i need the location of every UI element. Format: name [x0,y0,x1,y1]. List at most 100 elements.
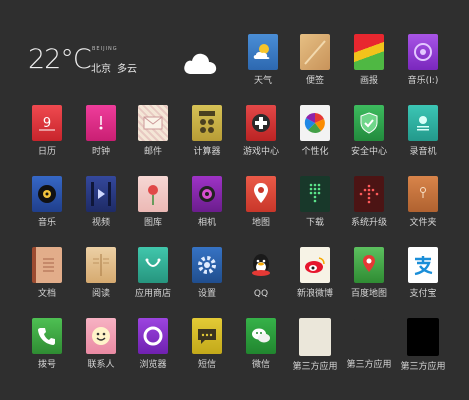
app-notes[interactable]: 便签 [286,34,344,106]
app-label: 第三方应用 [400,362,446,372]
app-qq[interactable]: QQ [232,247,290,319]
app-label: 录音机 [409,147,437,157]
app-label: 邮件 [143,147,162,157]
app-mail[interactable]: 邮件 [124,105,182,177]
notes-icon [300,34,330,70]
app-label: 计算器 [193,147,221,157]
app-calendar[interactable]: 9 日历 [18,105,76,177]
app-store[interactable]: 应用商店 [124,247,182,319]
app-label: 视频 [91,218,110,228]
clock-icon [86,105,116,141]
app-phone[interactable]: 拨号 [18,318,76,390]
video-icon [86,176,116,212]
phone-icon [32,318,62,354]
magazine-icon [354,34,384,70]
app-baidu-map[interactable]: 百度地图 [340,247,398,319]
music-icon [408,34,438,70]
calculator-icon [192,105,222,141]
app-recorder[interactable]: 录音机 [394,105,452,177]
third-party-app-icon [354,318,384,354]
music-player-icon [32,176,62,212]
app-label: 文档 [37,289,56,299]
wechat-icon [246,318,276,354]
app-camera[interactable]: 相机 [178,176,236,248]
alipay-icon [408,247,438,283]
folder-icon [408,176,438,212]
app-label: 地图 [251,218,270,228]
app-video[interactable]: 视频 [72,176,130,248]
app-label: 游戏中心 [242,147,279,157]
camera-icon [192,176,222,212]
app-alipay[interactable]: 支付宝 [394,247,452,319]
settings-icon [192,247,222,283]
app-contacts[interactable]: 联系人 [72,318,130,390]
weather-icon [248,34,278,70]
app-settings[interactable]: 设置 [178,247,236,319]
app-label: 天气 [253,76,272,86]
app-third-party-1[interactable]: 第三方应用 [286,318,344,390]
app-security[interactable]: 安全中心 [340,105,398,177]
baidu-map-icon [354,247,384,283]
app-clock[interactable]: 时钟 [72,105,130,177]
app-label: 便签 [305,76,324,86]
app-label: 浏览器 [139,360,167,370]
app-label: 拨号 [37,360,56,370]
app-label: 安全中心 [350,147,387,157]
app-magazine[interactable]: 画报 [340,34,398,106]
app-label: 联系人 [87,360,115,370]
weibo-icon [300,247,330,283]
app-download[interactable]: 下载 [286,176,344,248]
mail-icon [138,105,168,141]
app-folder[interactable]: 文件夹 [394,176,452,248]
security-icon [354,105,384,141]
app-label: 下载 [305,218,324,228]
app-weather[interactable]: 天气 [234,34,292,106]
svg-text:9: 9 [43,116,51,131]
app-label: 日历 [37,147,56,157]
update-icon [354,176,384,212]
temperature: 22°C [28,44,92,75]
app-third-party-3[interactable]: 第三方应用 [394,318,452,390]
app-browser[interactable]: 浏览器 [124,318,182,390]
app-weibo[interactable]: 新浪微博 [286,247,344,319]
cloud-icon[interactable] [182,50,218,76]
weather-condition: 多云 [117,64,137,75]
map-icon [246,176,276,212]
qq-icon [246,247,276,283]
app-label: 阅读 [91,289,110,299]
app-third-party-2[interactable]: 第三方应用 [340,318,398,390]
app-theme[interactable]: 个性化 [286,105,344,177]
app-label: 音乐(I:) [407,76,439,86]
app-map[interactable]: 地图 [232,176,290,248]
third-party-app-icon [407,318,439,356]
app-wechat[interactable]: 微信 [232,318,290,390]
city-english: BEIJING [92,46,118,52]
theme-icon [300,105,330,141]
app-document[interactable]: 文档 [18,247,76,319]
city-name: 北京 [91,64,111,75]
app-label: 系统升级 [350,218,387,228]
recorder-icon [408,105,438,141]
app-calculator[interactable]: 计算器 [178,105,236,177]
reader-icon [86,247,116,283]
app-music-i[interactable]: 音乐(I:) [394,34,452,106]
app-music[interactable]: 音乐 [18,176,76,248]
app-system-update[interactable]: 系统升级 [340,176,398,248]
app-label: 设置 [197,289,216,299]
download-icon [300,176,330,212]
app-label: 第三方应用 [292,362,338,372]
app-label: 时钟 [91,147,110,157]
third-party-app-icon [299,318,331,356]
app-label: 微信 [251,360,270,370]
store-icon [138,247,168,283]
app-label: 短信 [197,360,216,370]
app-label: 图库 [143,218,162,228]
app-reader[interactable]: 阅读 [72,247,130,319]
app-game-center[interactable]: 游戏中心 [232,105,290,177]
app-label: 应用商店 [134,289,171,299]
document-icon [32,247,62,283]
app-label: 新浪微博 [296,289,333,299]
app-gallery[interactable]: 图库 [124,176,182,248]
contacts-icon [86,318,116,354]
app-message[interactable]: 短信 [178,318,236,390]
